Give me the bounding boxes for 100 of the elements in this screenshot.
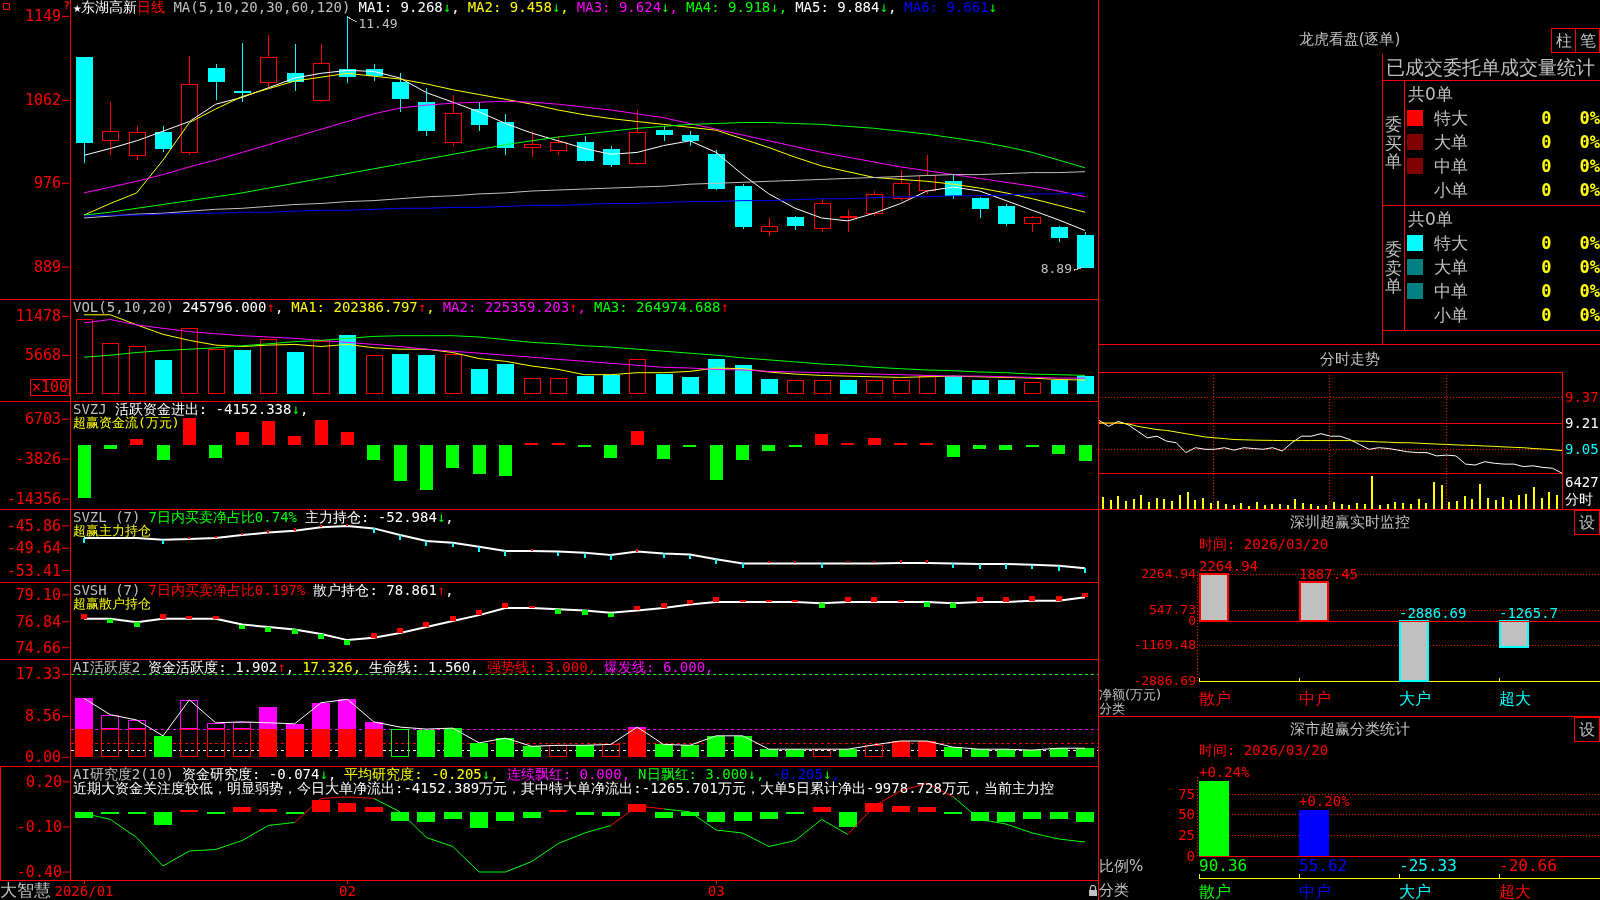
category-label: 散户 (1199, 882, 1231, 900)
axis-tick-label: -45.86 (6, 516, 61, 535)
date-label: 02 (339, 883, 356, 899)
candle (313, 43, 330, 103)
category-label: 散户 (1199, 689, 1231, 708)
trend-arrow: ↓, (770, 0, 788, 14)
fund-flow-bar (209, 444, 223, 458)
legend-entry: 平均研究度: -0.205 (344, 767, 482, 781)
order-size-label: 特大 (1434, 108, 1468, 128)
legend-entry: AI活跃度2 (73, 660, 141, 674)
fund-flow-bar (446, 444, 460, 469)
help-mark[interactable]: ? (63, 0, 70, 11)
candle (682, 130, 699, 147)
axis-tick-label: 74.66 (15, 638, 61, 657)
trend-arrow: ↑, (569, 300, 586, 314)
value-label: 55.62 (1299, 856, 1348, 875)
fund-flow-bar (103, 444, 117, 449)
trend-arrow: ↓ (988, 0, 998, 14)
axis-tick-label: 0.20 (25, 772, 62, 791)
legend-entry: 资金活跃度: 1.902 (148, 660, 278, 674)
legend-entry: 7日内买卖净占比0.197% (148, 583, 306, 597)
axis-tick-label: 79.10 (15, 585, 61, 604)
fund-flow-bar (288, 436, 302, 445)
axis-tick-label: 17.33 (15, 665, 61, 684)
trend-arrow: ↓, (481, 767, 499, 781)
legend-entry: MA2: 225359.203 (442, 300, 570, 314)
trend-arrow: ↑, (436, 583, 454, 597)
legend-entry: AI研究度2(10) (73, 767, 174, 781)
candle (761, 217, 778, 237)
axis-tick-label: 9.05 (1565, 441, 1599, 458)
axis-tick-label: -1169.48 (1133, 637, 1196, 653)
fund-flow-bar (920, 442, 934, 445)
fund-flow-bar (551, 442, 565, 445)
view-toggle-button[interactable]: 笔 (1575, 28, 1600, 53)
order-count: 0 (1541, 305, 1552, 325)
date-label: 03 (707, 883, 725, 899)
value-label: 1887.45 (1299, 565, 1358, 582)
axis-tick-label: 889 (33, 258, 61, 277)
fund-flow-bar (367, 444, 381, 461)
axis-tick-label: 50 (1178, 806, 1195, 823)
legend-entry: 245796.000 (182, 300, 267, 314)
candle (208, 63, 225, 101)
view-toggle-button[interactable]: 柱 (1551, 28, 1576, 53)
timestamp-label: 时间: 2026/03/20 (1199, 741, 1329, 758)
legend-entry: -0.205 (772, 767, 823, 781)
axis-tick-label: 2264.94 (1141, 566, 1196, 581)
fund-flow-bar (525, 442, 539, 445)
legend-entry: SVZJ (73, 402, 107, 416)
trend-arrow: ↓, (442, 0, 460, 14)
timestamp-label: 时间: 2026/03/20 (1199, 536, 1329, 552)
axis-tick-label: -0.10 (16, 817, 62, 836)
panel-title: 深市超赢分类统计 (1289, 721, 1410, 738)
indicator-subtitle: 超赢主力持仓 (73, 524, 151, 538)
value-label: -20.66 (1499, 856, 1557, 875)
square-icon (3, 3, 10, 10)
axis-tick-label: 11478 (15, 307, 61, 326)
legend-entry: VOL(5,10,20) (73, 300, 175, 314)
order-size-label: 小单 (1434, 305, 1468, 325)
candle (866, 190, 883, 217)
legend-entry: 爆发线: 6.000, (604, 660, 714, 674)
settings-button[interactable]: 设 (1574, 717, 1600, 742)
settings-button[interactable]: 设 (1574, 510, 1600, 535)
indicator-subtitle: 超赢散户持仓 (73, 597, 151, 611)
fund-flow-bar (841, 442, 855, 445)
axis-title: 分类 (1099, 881, 1129, 899)
legend-entry: MA6: 9.661 (904, 0, 989, 14)
side-label: 委卖单 (1385, 239, 1402, 297)
candle (497, 113, 514, 156)
fund-flow-bar (340, 432, 354, 445)
candle (339, 15, 356, 84)
legend-entry: MA3: 264974.688 (593, 300, 721, 314)
panel-title: 龙虎看盘(逐单) (1298, 31, 1401, 48)
candle (814, 198, 831, 233)
trend-arrow: ↓, (661, 0, 678, 14)
fund-flow-bar (762, 444, 776, 452)
fund-flow-bar (314, 420, 328, 445)
unit-label: ×100 (29, 379, 70, 396)
fund-flow-bar (261, 421, 275, 445)
value-label: 2264.94 (1199, 558, 1258, 574)
category-label: 中户 (1299, 689, 1331, 708)
trend-arrow: ↑, (266, 300, 284, 314)
change-label: +0.24% (1199, 763, 1250, 780)
candle (972, 196, 989, 219)
trend-arrow: ↓, (551, 0, 569, 14)
lock-icon[interactable] (1088, 885, 1098, 896)
price-annotation: 8.89 (1040, 261, 1084, 277)
fund-flow-bar (867, 438, 881, 445)
candle (445, 94, 462, 147)
candle (629, 109, 646, 166)
panel-title: 深圳超赢实时监控 (1289, 514, 1410, 531)
candle (102, 101, 119, 156)
trend-arrow: ↑ (720, 300, 729, 314)
candle (787, 215, 804, 231)
axis-tick-label: 1062 (24, 91, 61, 110)
legend-entry: MA4: 9.918 (685, 0, 771, 14)
axis-title: 分时 (1565, 491, 1593, 508)
fund-flow-bar (472, 444, 486, 475)
fund-flow-bar (77, 444, 91, 499)
legend-entry: 生命线: 1.560, (369, 660, 479, 674)
table-title: 已成交委托单成交量统计 (1383, 54, 1600, 81)
